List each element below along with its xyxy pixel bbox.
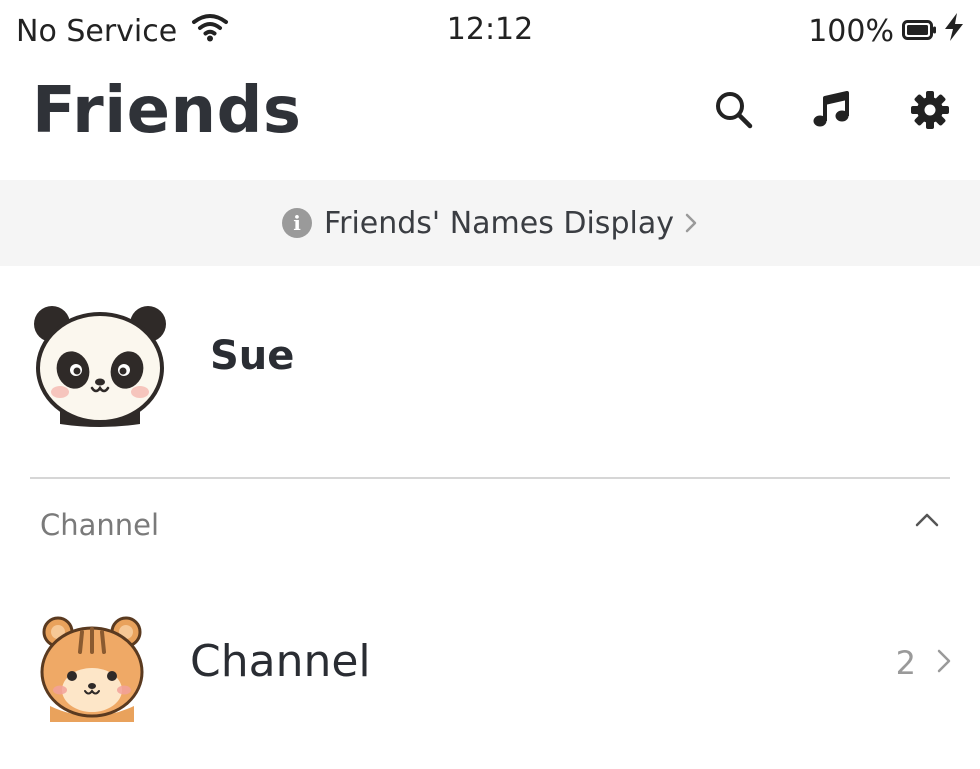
- battery-icon: [902, 14, 938, 49]
- gear-icon[interactable]: [906, 86, 954, 134]
- friends-names-display-banner[interactable]: i Friends' Names Display: [0, 180, 980, 266]
- channel-name: Channel: [190, 636, 371, 687]
- channel-row[interactable]: Channel 2: [0, 600, 980, 730]
- chevron-right-icon: [684, 211, 698, 235]
- section-title: Channel: [40, 508, 160, 542]
- battery-percent: 100%: [808, 13, 894, 49]
- music-note-icon[interactable]: [808, 86, 856, 134]
- status-bar: No Service 12:12 100%: [0, 0, 980, 64]
- divider: [30, 477, 950, 479]
- panda-avatar: [30, 298, 170, 434]
- status-right: 100%: [808, 12, 966, 50]
- charging-bolt-icon: [942, 12, 966, 50]
- page-title: Friends: [32, 74, 302, 148]
- info-icon: i: [282, 208, 313, 238]
- banner-label: Friends' Names Display: [324, 205, 674, 241]
- chipmunk-avatar: [36, 610, 148, 726]
- my-profile-row[interactable]: Sue: [0, 288, 980, 438]
- search-icon[interactable]: [710, 86, 758, 134]
- chevron-up-icon[interactable]: [914, 512, 940, 532]
- channel-count: 2: [895, 644, 916, 682]
- chevron-right-icon: [936, 648, 952, 678]
- channel-section-header[interactable]: Channel: [0, 500, 980, 552]
- header: Friends: [0, 64, 980, 174]
- profile-name: Sue: [210, 333, 295, 379]
